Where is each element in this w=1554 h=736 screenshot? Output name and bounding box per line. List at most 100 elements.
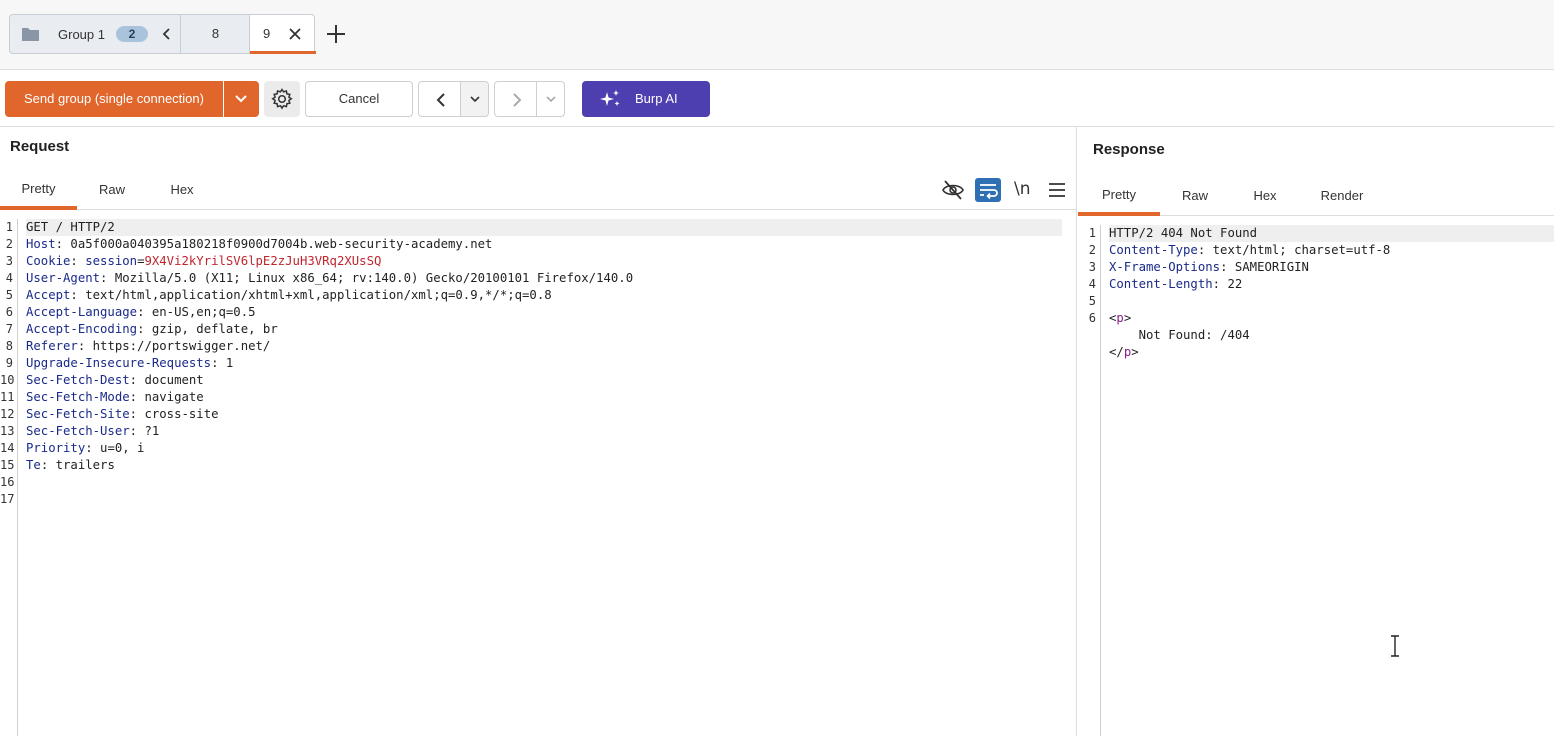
empty-line [26, 491, 1062, 508]
header-key: Upgrade-Insecure-Requests [26, 356, 212, 370]
header-value: 0a5f000a040395a180218f0900d7004b.web-sec… [63, 237, 493, 251]
history-forward-button[interactable] [494, 81, 537, 117]
line-number: 15 [0, 458, 15, 472]
chevron-right-icon [513, 93, 522, 107]
response-view-tabs: Pretty Raw Hex Render [1078, 176, 1554, 216]
response-line-numbers: 1 2 3 4 5 6 [1078, 225, 1101, 736]
tab-response-hex[interactable]: Hex [1240, 176, 1290, 216]
header-line-priority: Priority: u=0, i [26, 441, 145, 455]
chevron-down-icon [235, 95, 247, 103]
header-line-user-agent: User-Agent: Mozilla/5.0 (X11; Linux x86_… [26, 271, 634, 285]
empty-line [26, 474, 1062, 491]
header-key: Accept [26, 288, 71, 302]
history-back-dropdown[interactable] [461, 81, 489, 117]
line-number: 1 [5, 220, 13, 234]
header-line-content-length: Content-Length: 22 [1109, 277, 1243, 291]
header-key: Te [26, 458, 41, 472]
line-number: 11 [0, 390, 15, 404]
header-line-x-frame-options: X-Frame-Options: SAMEORIGIN [1109, 260, 1309, 274]
header-key: Sec-Fetch-Site [26, 407, 130, 421]
tab-response-pretty[interactable]: Pretty [1078, 176, 1160, 216]
cookie-name: session [77, 254, 138, 268]
line-number: 5 [1088, 294, 1096, 308]
request-title: Request [10, 138, 70, 155]
tab-response-render[interactable]: Render [1312, 176, 1372, 216]
wrap-lines-toggle[interactable] [975, 178, 1001, 202]
newline-toggle[interactable]: \n [1014, 179, 1031, 199]
burp-ai-label: Burp AI [635, 91, 678, 106]
settings-button[interactable] [264, 81, 300, 117]
request-panel: Request Pretty Raw Hex \n 1 2 3 4 5 6 7 … [0, 127, 1077, 736]
chevron-down-icon [470, 96, 480, 103]
line-number: 2 [1088, 243, 1096, 257]
tab-8[interactable]: 8 [180, 14, 250, 54]
folder-icon [22, 28, 39, 41]
header-value: text/html; charset=utf-8 [1205, 243, 1391, 257]
header-line-cookie: Cookie: session=9X4Vi2kYrilSV6lpE2zJuH3V… [26, 254, 382, 268]
chevron-left-icon [436, 93, 445, 107]
html-open-tag-line: <p> [1109, 311, 1132, 325]
request-code: GET / HTTP/2 Host: 0a5f000a040395a180218… [26, 219, 1062, 508]
html-close-tag-line: </p> [1109, 345, 1139, 359]
header-key: Accept-Language [26, 305, 138, 319]
line-number: 4 [5, 271, 13, 285]
header-key: Content-Type [1109, 243, 1198, 257]
header-key: Accept-Encoding [26, 322, 138, 336]
request-line: GET / HTTP/2 [26, 219, 1062, 236]
tab-9[interactable]: 9 [249, 14, 316, 54]
group-count-badge: 2 [116, 26, 148, 42]
header-line-accept: Accept: text/html,application/xhtml+xml,… [26, 288, 552, 302]
status-line: HTTP/2 404 Not Found [1109, 225, 1554, 242]
header-key: Content-Length [1109, 277, 1213, 291]
header-line-sec-fetch-mode: Sec-Fetch-Mode: navigate [26, 390, 204, 404]
header-key: Priority [26, 441, 86, 455]
header-line-content-type: Content-Type: text/html; charset=utf-8 [1109, 243, 1391, 257]
burp-ai-button[interactable]: Burp AI [582, 81, 710, 117]
close-icon[interactable] [288, 27, 302, 41]
header-value: text/html,application/xhtml+xml,applicat… [77, 288, 552, 302]
line-number: 2 [5, 237, 13, 251]
text-cursor-icon [1391, 635, 1399, 657]
tab-request-raw[interactable]: Raw [84, 170, 140, 210]
line-number: 10 [0, 373, 15, 387]
header-line-sec-fetch-site: Sec-Fetch-Site: cross-site [26, 407, 219, 421]
header-key: Host [26, 237, 56, 251]
html-tag-name: p [1123, 345, 1132, 359]
toolbar: Send group (single connection) Cancel Bu… [0, 70, 1554, 127]
send-group-button[interactable]: Send group (single connection) [5, 81, 223, 117]
add-tab-plus-icon[interactable] [324, 22, 348, 46]
history-forward-dropdown[interactable] [537, 81, 565, 117]
response-editor[interactable]: 1 2 3 4 5 6 HTTP/2 404 Not Found Content… [1078, 225, 1554, 736]
line-number: 5 [5, 288, 13, 302]
collapse-group-chevron-icon[interactable] [160, 26, 174, 42]
header-line-upgrade-insecure: Upgrade-Insecure-Requests: 1 [26, 356, 234, 370]
header-value: https://portswigger.net/ [85, 339, 271, 353]
cancel-button[interactable]: Cancel [305, 81, 413, 117]
header-value: SAMEORIGIN [1227, 260, 1309, 274]
html-body-text: Not Found: /404 [1109, 328, 1250, 342]
group-name: Group 1 [58, 27, 105, 42]
hide-eye-icon[interactable] [941, 178, 965, 202]
send-options-dropdown[interactable] [224, 81, 259, 117]
request-editor[interactable]: 1 2 3 4 5 6 7 8 9 10 11 12 13 14 15 16 1… [0, 219, 1077, 736]
line-number: 7 [5, 322, 13, 336]
header-key: Sec-Fetch-Mode [26, 390, 130, 404]
header-value: u=0, i [92, 441, 145, 455]
request-tab-strip: Group 1 2 8 9 [0, 0, 1554, 70]
header-line-referer: Referer: https://portswigger.net/ [26, 339, 271, 353]
cookie-value: 9X4Vi2kYrilSV6lpE2zJuH3VRq2XUsSQ [144, 254, 382, 268]
tab-request-hex[interactable]: Hex [156, 170, 208, 210]
line-number: 1 [1088, 226, 1096, 240]
response-code: HTTP/2 404 Not Found Content-Type: text/… [1109, 225, 1554, 361]
header-key: Sec-Fetch-User [26, 424, 130, 438]
line-number: 4 [1088, 277, 1096, 291]
header-value: gzip, deflate, br [144, 322, 278, 336]
header-line-te: Te: trailers [26, 458, 115, 472]
tab-response-raw[interactable]: Raw [1170, 176, 1220, 216]
tab-group-1[interactable]: Group 1 2 [9, 14, 181, 54]
menu-icon[interactable] [1045, 178, 1069, 202]
history-back-button[interactable] [418, 81, 461, 117]
tab-request-pretty[interactable]: Pretty [0, 170, 77, 210]
wrap-lines-icon [980, 184, 998, 200]
line-number: 16 [0, 475, 15, 489]
